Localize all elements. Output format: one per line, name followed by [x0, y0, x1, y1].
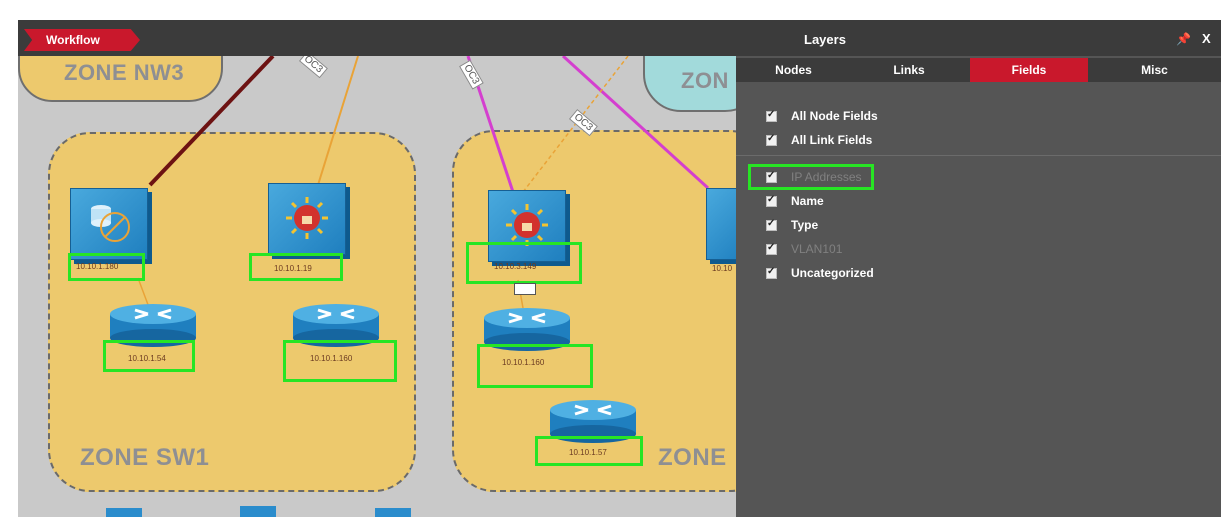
- link-orange: [317, 55, 359, 186]
- layers-tabs: Nodes Links Fields Misc: [736, 58, 1221, 82]
- field-label: Type: [791, 218, 819, 232]
- tab-links[interactable]: Links: [851, 58, 967, 82]
- application-window: ZONE NW3 ZON ZONE SW1 ZONE OC3 OC3 OC3 1…: [18, 20, 1221, 517]
- field-label: Name: [791, 194, 824, 208]
- field-row-name[interactable]: Name: [766, 192, 824, 210]
- field-row-all-node-fields[interactable]: All Node Fields: [766, 107, 878, 125]
- field-label: VLAN101: [791, 242, 843, 256]
- device-partial-bottom[interactable]: [106, 508, 142, 517]
- layers-panel: Layers 📌 X Nodes Links Fields Misc All N…: [736, 20, 1221, 517]
- ip-label-partial: 10.10: [712, 264, 733, 273]
- field-row-uncategorized[interactable]: Uncategorized: [766, 264, 874, 282]
- ip-label: 10.10.1.180: [76, 262, 119, 271]
- field-row-ip-addresses[interactable]: IP Addresses: [766, 168, 862, 186]
- server-device[interactable]: [70, 188, 148, 260]
- checkbox[interactable]: [766, 194, 777, 207]
- checkbox[interactable]: [766, 266, 777, 279]
- ip-label: 10.10.1.160: [502, 358, 545, 367]
- layers-panel-header: Layers 📌 X: [736, 20, 1221, 56]
- tab-fields[interactable]: Fields: [970, 58, 1088, 82]
- checkbox[interactable]: [766, 242, 777, 255]
- ip-label: 10.10.1.57: [569, 448, 607, 457]
- topology-canvas[interactable]: ZONE NW3 ZON ZONE SW1 ZONE OC3 OC3 OC3 1…: [18, 20, 736, 517]
- link-dark-red: [148, 54, 275, 187]
- firewall-icon: [286, 197, 328, 239]
- field-label: Uncategorized: [791, 266, 874, 280]
- checkbox[interactable]: [766, 170, 777, 183]
- field-label: All Node Fields: [791, 109, 878, 123]
- firewall-device[interactable]: [268, 183, 346, 255]
- field-label: IP Addresses: [791, 170, 862, 184]
- field-label: All Link Fields: [791, 133, 873, 147]
- field-row-all-link-fields[interactable]: All Link Fields: [766, 131, 872, 149]
- ip-label: 10.10.1.160: [310, 354, 353, 363]
- pin-icon[interactable]: 📌: [1176, 32, 1191, 46]
- link-badge: [514, 283, 536, 295]
- workflow-tab[interactable]: Workflow: [24, 29, 140, 51]
- checkbox[interactable]: [766, 109, 777, 122]
- tab-misc[interactable]: Misc: [1088, 58, 1221, 82]
- server-device-partial[interactable]: [706, 188, 736, 260]
- workflow-bar: Workflow: [18, 20, 736, 56]
- tab-nodes[interactable]: Nodes: [736, 58, 851, 82]
- ip-label: 10.10.3.149: [494, 262, 537, 271]
- checkbox[interactable]: [766, 218, 777, 231]
- device-partial-bottom[interactable]: [375, 508, 411, 517]
- field-row-vlan101[interactable]: VLAN101: [766, 240, 842, 258]
- ip-label: 10.10.1.54: [128, 354, 166, 363]
- ip-label: 10.10.1.19: [274, 264, 312, 273]
- layers-panel-title: Layers: [804, 32, 846, 47]
- checkbox[interactable]: [766, 133, 777, 146]
- server-database-icon: [91, 205, 130, 242]
- field-row-type[interactable]: Type: [766, 216, 818, 234]
- divider: [736, 155, 1221, 156]
- device-partial-bottom[interactable]: [240, 506, 276, 517]
- close-icon[interactable]: X: [1202, 31, 1211, 46]
